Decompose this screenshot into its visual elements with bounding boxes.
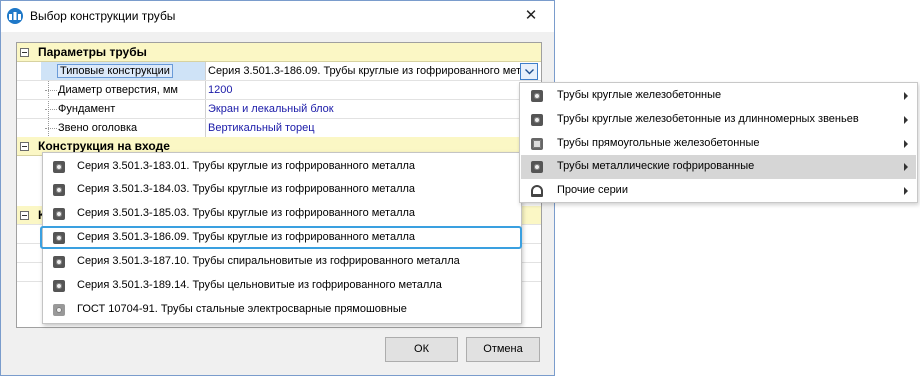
list-item[interactable]: Серия 3.501.3-187.10. Трубы спиральновит… bbox=[43, 250, 521, 273]
prop-row-foundation[interactable]: Фундамент Экран и лекальный блок bbox=[17, 100, 541, 119]
corrugated-pipe-icon bbox=[53, 280, 65, 292]
dropdown-button[interactable] bbox=[520, 63, 538, 80]
cancel-button[interactable]: Отмена bbox=[466, 337, 540, 362]
prop-row-headwall[interactable]: Звено оголовка Вертикальный торец bbox=[17, 119, 541, 138]
window-title: Выбор конструкции трубы bbox=[30, 9, 176, 23]
prop-value[interactable]: Экран и лекальный блок bbox=[208, 103, 334, 115]
list-item[interactable]: Серия 3.501.3-183.01. Трубы круглые из г… bbox=[43, 155, 521, 178]
submenu-arrow-icon bbox=[904, 163, 908, 171]
list-item[interactable]: Серия 3.501.3-184.03. Трубы круглые из г… bbox=[43, 178, 521, 201]
list-item[interactable]: ГОСТ 10704-91. Трубы стальные электросва… bbox=[43, 298, 521, 321]
menu-item-corrugated-metal[interactable]: Трубы металлические гофрированные bbox=[521, 155, 916, 179]
prop-row-typical-constructions[interactable]: Типовые конструкции Серия 3.501.3-186.09… bbox=[17, 62, 541, 81]
collapse-toggle-icon[interactable] bbox=[20, 211, 29, 220]
prop-name: Фундамент bbox=[58, 103, 116, 115]
submenu-arrow-icon bbox=[904, 116, 908, 124]
collapse-toggle-icon[interactable] bbox=[20, 142, 29, 151]
prop-name: Диаметр отверстия, мм bbox=[58, 84, 178, 96]
prop-value[interactable]: Серия 3.501.3-186.09. Трубы круглые из г… bbox=[208, 65, 522, 77]
submenu-arrow-icon bbox=[904, 92, 908, 100]
corrugated-pipe-icon bbox=[53, 184, 65, 196]
prop-name: Типовые конструкции bbox=[57, 64, 173, 78]
list-item[interactable]: Серия 3.501.3-185.03. Трубы круглые из г… bbox=[43, 202, 521, 225]
corrugated-pipe-icon bbox=[53, 161, 65, 173]
corrugated-pipe-icon bbox=[53, 232, 65, 244]
list-item[interactable]: Серия 3.501.3-189.14. Трубы цельновитые … bbox=[43, 274, 521, 297]
submenu-arrow-icon bbox=[904, 140, 908, 148]
close-icon[interactable]: ✕ bbox=[508, 1, 554, 31]
round-pipe-icon bbox=[531, 90, 543, 102]
category-pipe-params[interactable]: Параметры трубы bbox=[17, 43, 541, 62]
title-bar: Выбор конструкции трубы ✕ bbox=[1, 1, 554, 32]
app-icon bbox=[7, 8, 23, 24]
corrugated-pipe-icon bbox=[531, 161, 543, 173]
construction-dropdown-list: Серия 3.501.3-183.01. Трубы круглые из г… bbox=[40, 152, 522, 324]
box-pipe-icon bbox=[531, 138, 543, 150]
prop-row-diameter[interactable]: Диаметр отверстия, мм 1200 bbox=[17, 81, 541, 100]
menu-item-round-concrete[interactable]: Трубы круглые железобетонные bbox=[521, 84, 916, 108]
collapse-toggle-icon[interactable] bbox=[20, 48, 29, 57]
menu-item-rect-concrete[interactable]: Трубы прямоугольные железобетонные bbox=[521, 132, 916, 156]
corrugated-pipe-icon bbox=[53, 256, 65, 268]
prop-value[interactable]: 1200 bbox=[208, 84, 232, 96]
round-pipe-icon bbox=[531, 114, 543, 126]
ok-button[interactable]: ОК bbox=[385, 337, 458, 362]
corrugated-pipe-icon bbox=[53, 208, 65, 220]
steel-pipe-icon bbox=[53, 304, 65, 316]
chevron-down-icon bbox=[525, 69, 534, 75]
menu-item-round-concrete-long[interactable]: Трубы круглые железобетонные из длинноме… bbox=[521, 108, 916, 132]
prop-value[interactable]: Вертикальный торец bbox=[208, 122, 315, 134]
menu-item-other-series[interactable]: Прочие серии bbox=[521, 179, 916, 203]
submenu-arrow-icon bbox=[904, 187, 908, 195]
arch-pipe-icon bbox=[531, 185, 543, 197]
list-item-selected[interactable]: Серия 3.501.3-186.09. Трубы круглые из г… bbox=[40, 226, 522, 249]
prop-name: Звено оголовка bbox=[58, 122, 138, 134]
pipe-type-context-menu: Трубы круглые железобетонные Трубы кругл… bbox=[519, 82, 918, 203]
